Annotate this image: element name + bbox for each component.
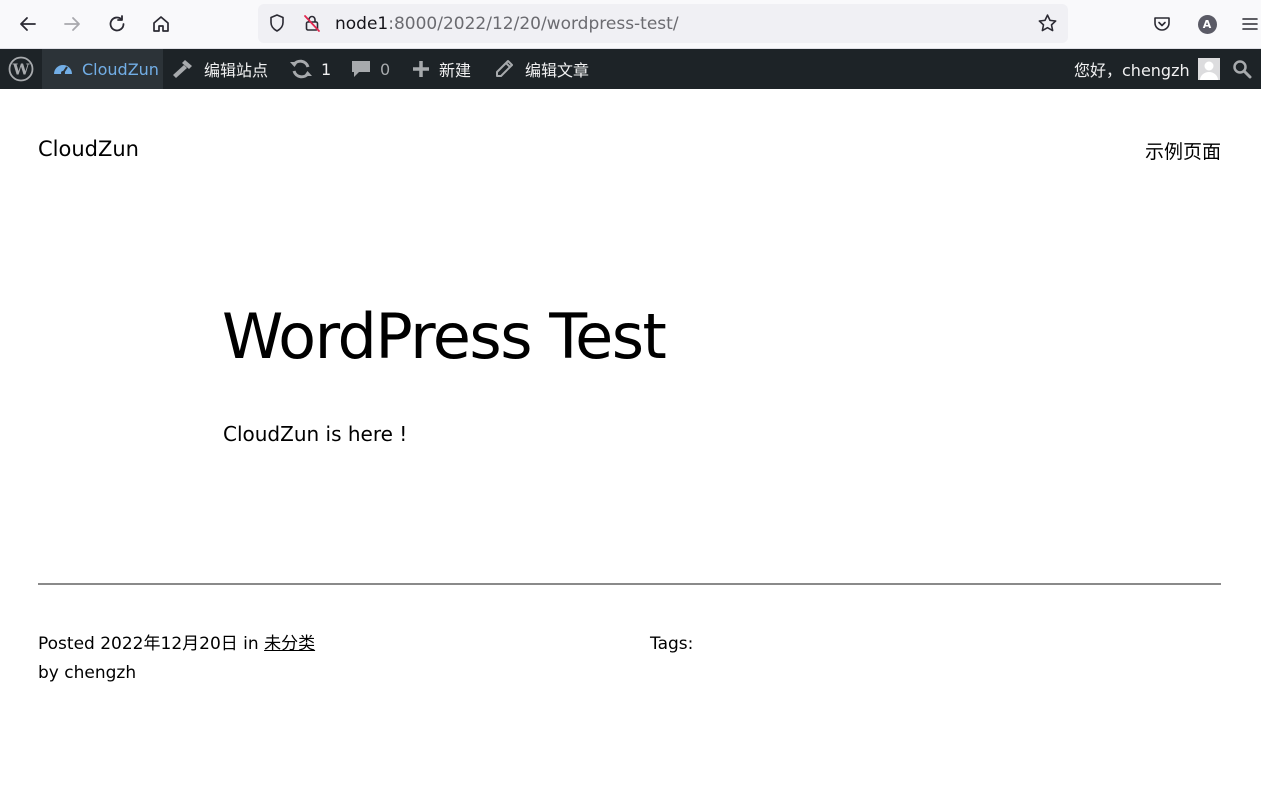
post-author: chengzh <box>64 663 137 683</box>
reload-icon <box>109 15 125 32</box>
account-avatar: A <box>1197 14 1217 34</box>
post-author-line: by chengzh <box>38 659 315 688</box>
category-link[interactable]: 未分类 <box>264 634 315 654</box>
tags-label: Tags: <box>650 634 694 654</box>
reload-button[interactable] <box>101 8 133 40</box>
posted-label: Posted <box>38 634 95 654</box>
site-name-label: CloudZun <box>82 59 159 79</box>
edit-post-menu[interactable]: 编辑文章 <box>494 49 589 89</box>
menu-button[interactable] <box>1236 8 1261 40</box>
dashboard-icon <box>52 59 74 79</box>
nav-link-sample-page[interactable]: 示例页面 <box>1145 137 1221 164</box>
pencil-icon <box>494 59 514 79</box>
arrow-left-icon <box>20 17 36 31</box>
site-name-menu[interactable]: CloudZun <box>42 49 163 89</box>
my-account-menu[interactable]: 您好，chengzh <box>1074 49 1220 89</box>
address-bar[interactable]: node1:8000/2022/12/20/wordpress-test/ <box>258 4 1068 43</box>
arrow-right-icon <box>64 17 80 31</box>
wp-logo-menu[interactable]: W <box>0 49 42 89</box>
updates-count: 1 <box>321 59 332 79</box>
customize-label: 编辑站点 <box>204 61 269 80</box>
search-icon <box>1233 60 1252 79</box>
post-meta-line: Posted 2022年12月20日 in 未分类 <box>38 630 315 659</box>
post-meta: Posted 2022年12月20日 in 未分类 by chengzh <box>38 630 315 688</box>
in-label: in <box>243 634 259 654</box>
updates-icon <box>289 58 313 80</box>
post-date: 2022年12月20日 <box>100 634 238 654</box>
browser-toolbar: node1:8000/2022/12/20/wordpress-test/ A <box>0 0 1261 49</box>
bookmark-star-icon[interactable] <box>1037 13 1058 34</box>
url-text: node1:8000/2022/12/20/wordpress-test/ <box>335 14 679 34</box>
wordpress-logo-icon: W <box>8 56 34 82</box>
url-host: node1 <box>335 14 389 34</box>
insecure-lock-icon <box>304 15 320 32</box>
home-button[interactable] <box>145 8 177 40</box>
comments-menu[interactable]: 0 <box>350 49 390 89</box>
account-button[interactable]: A <box>1191 8 1223 40</box>
forward-button[interactable] <box>56 8 88 40</box>
back-button[interactable] <box>12 8 44 40</box>
post-content: CloudZun is here ! <box>223 422 408 446</box>
edit-post-label: 编辑文章 <box>525 61 590 80</box>
new-content-menu[interactable]: 新建 <box>411 49 471 89</box>
comment-bubble-icon <box>350 58 372 80</box>
hamburger-menu-icon <box>1242 18 1258 30</box>
post-title: WordPress Test <box>222 300 667 373</box>
plus-icon <box>411 59 431 79</box>
greeting-label: 您好，chengzh <box>1074 61 1190 80</box>
shield-icon <box>270 14 284 32</box>
admin-search-button[interactable] <box>1230 49 1254 89</box>
site-title[interactable]: CloudZun <box>38 137 139 161</box>
customize-menu[interactable]: 编辑站点 <box>172 49 268 89</box>
svg-text:W: W <box>12 61 31 79</box>
hammer-icon <box>172 58 196 80</box>
pocket-icon <box>1154 17 1170 31</box>
user-avatar <box>1197 58 1220 80</box>
by-label: by <box>38 663 59 683</box>
new-content-label: 新建 <box>439 61 472 80</box>
home-icon <box>153 16 169 32</box>
updates-menu[interactable]: 1 <box>289 49 331 89</box>
url-path: :8000/2022/12/20/wordpress-test/ <box>388 14 679 34</box>
pocket-button[interactable] <box>1146 8 1178 40</box>
comments-count: 0 <box>380 59 391 79</box>
wp-admin-bar: W CloudZun 编辑站点 1 0 新建 编辑文章 您好，chengzh <box>0 49 1261 89</box>
separator <box>38 583 1221 585</box>
